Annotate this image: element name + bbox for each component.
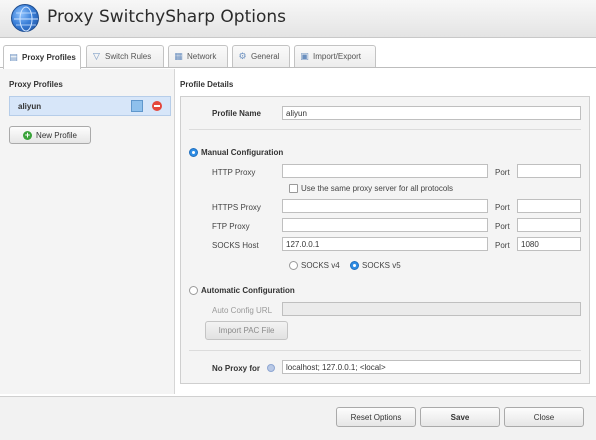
filter-icon: ▽ bbox=[93, 51, 100, 61]
gear-icon: ⚙ bbox=[238, 51, 247, 61]
details-box: Profile Name aliyun Manual Configuration… bbox=[180, 96, 590, 384]
reset-options-button[interactable]: Reset Options bbox=[336, 407, 416, 427]
https-port-input[interactable] bbox=[517, 199, 581, 213]
profile-details-panel: Profile Details Profile Name aliyun Manu… bbox=[180, 69, 592, 394]
socks-host-label: SOCKS Host bbox=[212, 241, 259, 250]
manual-config-radio[interactable] bbox=[189, 148, 198, 157]
divider bbox=[189, 350, 581, 351]
ftp-port-label: Port bbox=[495, 222, 510, 231]
close-button[interactable]: Close bbox=[504, 407, 584, 427]
import-pac-button[interactable]: Import PAC File bbox=[205, 321, 288, 340]
https-proxy-input[interactable] bbox=[282, 199, 488, 213]
tab-proxy-profiles[interactable]: ▤ Proxy Profiles bbox=[3, 45, 81, 69]
tab-label: Network bbox=[187, 52, 217, 61]
same-proxy-checkbox[interactable] bbox=[289, 184, 298, 193]
delete-icon[interactable] bbox=[152, 101, 162, 111]
tab-label: Switch Rules bbox=[105, 52, 152, 61]
https-proxy-label: HTTPS Proxy bbox=[212, 203, 261, 212]
details-heading: Profile Details bbox=[180, 80, 234, 89]
profile-color-swatch[interactable] bbox=[131, 100, 143, 112]
import-pac-label: Import PAC File bbox=[218, 326, 275, 335]
network-icon: ▦ bbox=[174, 51, 183, 61]
new-profile-button[interactable]: + New Profile bbox=[9, 126, 91, 144]
https-port-label: Port bbox=[495, 203, 510, 212]
tab-switch-rules[interactable]: ▽ Switch Rules bbox=[86, 45, 164, 67]
auto-config-radio[interactable] bbox=[189, 286, 198, 295]
save-icon: ▣ bbox=[300, 51, 309, 61]
auto-config-label: Automatic Configuration bbox=[201, 286, 295, 295]
ftp-proxy-input[interactable] bbox=[282, 218, 488, 232]
http-port-input[interactable] bbox=[517, 164, 581, 178]
socks-v4-label: SOCKS v4 bbox=[301, 261, 340, 270]
socks-host-input[interactable]: 127.0.0.1 bbox=[282, 237, 488, 251]
auto-config-url-label: Auto Config URL bbox=[212, 306, 273, 315]
title-bar: Proxy SwitchySharp Options bbox=[0, 0, 596, 38]
help-icon[interactable] bbox=[267, 364, 275, 372]
socks-v5-radio[interactable] bbox=[350, 261, 359, 270]
socks-v4-radio[interactable] bbox=[289, 261, 298, 270]
no-proxy-input[interactable]: localhost; 127.0.0.1; <local> bbox=[282, 360, 581, 374]
same-proxy-label: Use the same proxy server for all protoc… bbox=[301, 184, 454, 193]
http-port-label: Port bbox=[495, 168, 510, 177]
profile-item-aliyun[interactable]: aliyun bbox=[9, 96, 171, 116]
no-proxy-label: No Proxy for bbox=[212, 364, 261, 373]
close-label: Close bbox=[533, 412, 555, 422]
tab-label: General bbox=[251, 52, 280, 61]
profile-name: aliyun bbox=[18, 101, 42, 111]
new-profile-label: New Profile bbox=[36, 130, 77, 140]
reset-options-label: Reset Options bbox=[350, 412, 402, 422]
tab-label: Import/Export bbox=[313, 52, 362, 61]
tab-general[interactable]: ⚙ General bbox=[232, 45, 290, 67]
app-title: Proxy SwitchySharp Options bbox=[47, 7, 286, 27]
http-proxy-input[interactable] bbox=[282, 164, 488, 178]
globe-icon bbox=[11, 4, 39, 32]
socks-v5-label: SOCKS v5 bbox=[362, 261, 401, 270]
divider bbox=[189, 129, 581, 130]
manual-config-label: Manual Configuration bbox=[201, 148, 284, 157]
tab-bar: ▤ Proxy Profiles ▽ Switch Rules ▦ Networ… bbox=[0, 45, 596, 69]
profiles-panel: Proxy Profiles aliyun + New Profile bbox=[0, 69, 175, 394]
tab-import-export[interactable]: ▣ Import/Export bbox=[294, 45, 376, 67]
auto-config-url-input[interactable] bbox=[282, 302, 581, 316]
socks-port-input[interactable]: 1080 bbox=[517, 237, 581, 251]
profile-name-label: Profile Name bbox=[212, 109, 261, 118]
tab-label: Proxy Profiles bbox=[22, 53, 76, 62]
profiles-heading: Proxy Profiles bbox=[9, 80, 63, 89]
socks-port-label: Port bbox=[495, 241, 510, 250]
http-proxy-label: HTTP Proxy bbox=[212, 168, 256, 177]
save-button[interactable]: Save bbox=[420, 407, 500, 427]
profile-name-input[interactable]: aliyun bbox=[282, 106, 581, 120]
tab-network[interactable]: ▦ Network bbox=[168, 45, 228, 67]
ftp-port-input[interactable] bbox=[517, 218, 581, 232]
add-icon: + bbox=[23, 129, 33, 140]
profiles-icon: ▤ bbox=[9, 52, 18, 62]
save-label: Save bbox=[450, 412, 470, 422]
ftp-proxy-label: FTP Proxy bbox=[212, 222, 250, 231]
